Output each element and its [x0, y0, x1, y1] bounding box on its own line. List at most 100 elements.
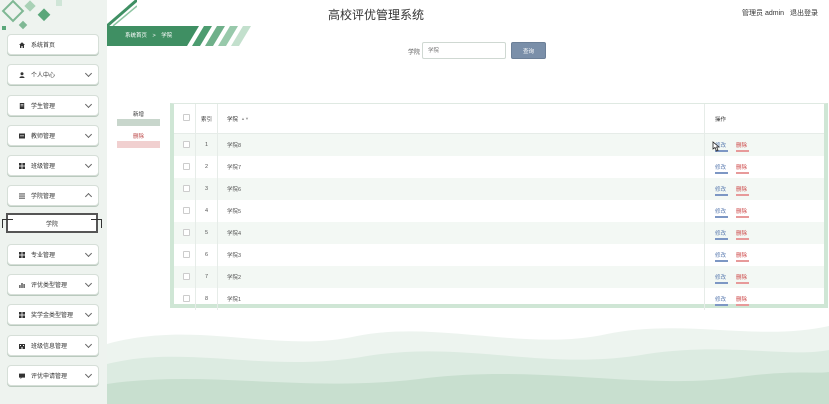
- column-header-name[interactable]: 学院 ▲▼: [217, 104, 705, 134]
- user-area: 管理员 admin 退出登录: [738, 8, 818, 18]
- search-label: 学院: [408, 50, 421, 56]
- delete-button[interactable]: 删除: [736, 207, 750, 218]
- mouse-cursor-icon: [712, 141, 720, 152]
- row-name: 学院1: [217, 288, 705, 310]
- row-checkbox[interactable]: [183, 162, 190, 170]
- delete-button[interactable]: 删除: [736, 185, 750, 196]
- chevron-down-icon: [84, 340, 93, 349]
- delete-button[interactable]: 删除: [736, 273, 750, 284]
- sidebar-item-1[interactable]: 个人中心: [7, 64, 99, 85]
- column-header-operation: 操作: [704, 104, 824, 134]
- chevron-down-icon: [84, 370, 93, 379]
- sidebar-item-9[interactable]: 班级信息管理: [7, 335, 99, 356]
- row-index: 8: [195, 288, 218, 310]
- sidebar-item-label: 系统首页: [31, 43, 56, 49]
- row-index: 2: [195, 156, 218, 178]
- row-index: 6: [195, 244, 218, 266]
- breadcrumb-home[interactable]: 系统首页: [125, 33, 147, 39]
- row-checkbox[interactable]: [183, 250, 190, 258]
- table-row: 1 学院8 修改 删除: [174, 133, 824, 156]
- column-header-index: 索引: [195, 104, 218, 134]
- row-index: 4: [195, 200, 218, 222]
- chevron-down-icon: [84, 100, 93, 109]
- row-index: 1: [195, 133, 218, 156]
- row-checkbox[interactable]: [183, 140, 190, 148]
- edit-button[interactable]: 修改: [715, 207, 729, 218]
- building-icon: [19, 343, 25, 349]
- row-operations: 修改 删除: [704, 266, 824, 288]
- row-operations: 修改 删除: [705, 244, 825, 266]
- row-operations: 修改 删除: [704, 133, 824, 156]
- chevron-down-icon: [84, 309, 93, 318]
- chevron-up-icon: [84, 192, 93, 201]
- row-checkbox[interactable]: [183, 294, 190, 302]
- grid-icon: [19, 311, 25, 318]
- row-operations: 修改 删除: [705, 200, 825, 222]
- sidebar-item-10[interactable]: 评优申请管理: [7, 365, 99, 386]
- add-button[interactable]: 新增: [117, 110, 160, 126]
- select-all-checkbox[interactable]: [183, 114, 190, 121]
- add-button-label: 新增: [132, 112, 144, 118]
- table-row: 3 学院6 修改 删除: [174, 178, 824, 200]
- row-checkbox[interactable]: [183, 228, 190, 236]
- row-checkbox[interactable]: [183, 206, 190, 214]
- delete-button[interactable]: 删除: [736, 295, 750, 306]
- row-operations: 修改 删除: [705, 288, 825, 310]
- sort-icon[interactable]: ▲▼: [241, 116, 249, 121]
- sidebar-subitem-college[interactable]: 学院: [2, 213, 102, 233]
- batch-delete-button[interactable]: 删除: [117, 132, 160, 148]
- edit-button[interactable]: 修改: [715, 295, 729, 306]
- sidebar-item-6[interactable]: 专业管理: [7, 244, 99, 265]
- delete-button[interactable]: 删除: [736, 163, 750, 174]
- page-title: 高校评优管理系统: [327, 8, 424, 22]
- row-name: 学院2: [217, 266, 705, 288]
- row-name: 学院5: [217, 200, 705, 222]
- sidebar-item-4[interactable]: 班级管理: [7, 155, 99, 176]
- edit-button[interactable]: 修改: [715, 185, 729, 196]
- table-row: 7 学院2 修改 删除: [174, 266, 824, 288]
- sidebar-item-0[interactable]: 系统首页: [7, 34, 99, 55]
- search-button[interactable]: 查询: [511, 42, 546, 59]
- row-name: 学院6: [217, 178, 705, 200]
- column-header-name-label: 学院: [227, 116, 239, 123]
- row-index: 3: [195, 178, 218, 200]
- chevron-down-icon: [84, 69, 93, 78]
- sidebar-item-label: 个人中心: [31, 73, 56, 79]
- edit-button[interactable]: 修改: [715, 251, 729, 262]
- sidebar-item-5[interactable]: 学院管理: [7, 185, 99, 206]
- sidebar-item-2[interactable]: 学生管理: [7, 95, 99, 116]
- doc-icon: [19, 102, 25, 109]
- sidebar-item-8[interactable]: 奖学金类型管理: [7, 304, 99, 325]
- landscape-decoration-icon: [107, 326, 829, 404]
- row-name: 学院4: [217, 222, 705, 244]
- sidebar-item-label: 学生管理: [31, 104, 56, 110]
- sidebar-item-7[interactable]: 评优类型管理: [7, 274, 99, 295]
- sidebar: 系统首页个人中心学生管理教师管理班级管理学院管理专业管理评优类型管理 奖学金类型管…: [0, 0, 107, 404]
- search-input[interactable]: [422, 42, 506, 59]
- edit-button[interactable]: 修改: [715, 273, 729, 284]
- card-icon: [19, 133, 25, 139]
- sidebar-item-label: 班级信息管理: [31, 344, 68, 350]
- sidebar-item-label: 专业管理: [31, 253, 56, 259]
- logout-link[interactable]: 退出登录: [790, 10, 818, 17]
- delete-button[interactable]: 删除: [736, 251, 750, 262]
- user-icon: [19, 71, 25, 78]
- chevron-down-icon: [84, 279, 93, 288]
- delete-button[interactable]: 删除: [736, 229, 750, 240]
- table-row: 4 学院5 修改 删除: [174, 200, 824, 222]
- row-checkbox[interactable]: [183, 184, 190, 192]
- grid-icon: [19, 162, 25, 169]
- row-checkbox[interactable]: [183, 272, 190, 280]
- user-name: 管理员 admin: [742, 10, 785, 17]
- breadcrumb-separator: >: [152, 33, 156, 39]
- row-name: 学院3: [217, 244, 705, 266]
- edit-button[interactable]: 修改: [715, 163, 729, 174]
- drag-handle-left-icon: [2, 219, 13, 228]
- sidebar-item-3[interactable]: 教师管理: [7, 125, 99, 146]
- table-row: 8 学院1 修改 删除: [174, 288, 824, 310]
- chevron-down-icon: [84, 160, 93, 169]
- delete-button[interactable]: 删除: [736, 141, 750, 152]
- sidebar-subitem-label: 学院: [45, 221, 58, 228]
- comment-icon: [19, 373, 25, 379]
- edit-button[interactable]: 修改: [715, 229, 729, 240]
